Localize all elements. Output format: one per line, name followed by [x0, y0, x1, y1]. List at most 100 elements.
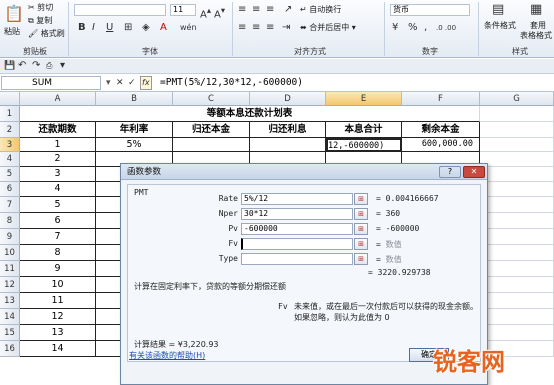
range-select-icon[interactable]: ⊞ — [354, 223, 368, 235]
align-center-icon[interactable]: ≡ — [252, 22, 260, 34]
align-right-icon[interactable]: ≡ — [266, 22, 274, 34]
column-header[interactable]: D — [250, 92, 326, 106]
paste-button[interactable]: 粘贴 — [4, 26, 20, 37]
table-header[interactable]: 归还本金 — [173, 122, 250, 138]
period-cell[interactable]: 2 — [20, 152, 96, 167]
range-select-icon[interactable]: ⊞ — [354, 253, 368, 265]
wrap-text-button[interactable]: ↵ 自动换行 — [300, 4, 341, 15]
row-header[interactable]: 14 — [0, 309, 20, 325]
cell[interactable] — [480, 229, 554, 245]
font-name-select[interactable] — [74, 4, 166, 16]
fill-color-icon[interactable]: ◈ — [142, 22, 150, 34]
paste-icon[interactable]: 📋 — [4, 4, 24, 23]
redo-icon[interactable]: ↷ — [32, 60, 40, 72]
underline-button[interactable]: U — [106, 22, 113, 34]
bold-button[interactable]: B — [78, 22, 86, 34]
period-cell[interactable]: 6 — [20, 213, 96, 229]
table-header[interactable]: 年利率 — [96, 122, 173, 138]
merge-center-button[interactable]: ⬌ 合并后居中 ▾ — [300, 22, 356, 33]
insert-function-icon[interactable]: fx — [140, 76, 152, 90]
cell[interactable] — [480, 197, 554, 213]
period-cell[interactable]: 8 — [20, 245, 96, 261]
column-header-selected[interactable]: E — [326, 92, 402, 106]
table-format-button-2[interactable]: 表格格式 — [520, 30, 552, 41]
column-header[interactable]: B — [96, 92, 173, 106]
range-select-icon[interactable]: ⊞ — [354, 208, 368, 220]
column-header[interactable]: F — [402, 92, 480, 106]
name-box[interactable]: SUM — [1, 76, 101, 90]
cell[interactable] — [480, 106, 554, 122]
period-cell[interactable]: 1 — [20, 138, 96, 152]
period-cell[interactable]: 11 — [20, 293, 96, 309]
font-size-select[interactable]: 11 — [170, 4, 196, 16]
cell[interactable] — [480, 138, 554, 152]
table-header[interactable]: 本息合计 — [326, 122, 402, 138]
close-button[interactable]: ✕ — [463, 166, 485, 178]
indent-icon[interactable]: ⇥ — [282, 22, 290, 34]
table-header[interactable]: 还款期数 — [20, 122, 96, 138]
conditional-format-icon[interactable]: ▤ — [492, 3, 504, 16]
remaining-cell[interactable]: 600,000.00 — [402, 138, 480, 152]
comma-button[interactable]: , — [424, 22, 427, 34]
font-color-button[interactable]: A — [160, 22, 167, 34]
rate-cell[interactable]: 5% — [96, 138, 173, 152]
row-header[interactable]: 13 — [0, 293, 20, 309]
column-header[interactable]: C — [173, 92, 250, 106]
row-header[interactable]: 10 — [0, 245, 20, 261]
select-all-corner[interactable] — [0, 92, 20, 106]
period-cell[interactable]: 9 — [20, 261, 96, 277]
row-header[interactable]: 1 — [0, 106, 20, 122]
cancel-icon[interactable]: ✕ — [116, 77, 124, 89]
undo-icon[interactable]: ↶ — [18, 60, 26, 72]
cut-button[interactable]: ✂ 剪切 — [28, 2, 53, 13]
range-select-icon[interactable]: ⊞ — [354, 193, 368, 205]
cell[interactable] — [480, 293, 554, 309]
cell[interactable] — [480, 152, 554, 167]
period-cell[interactable]: 14 — [20, 341, 96, 357]
phonetic-button[interactable]: wén — [180, 22, 197, 34]
cell[interactable] — [480, 277, 554, 293]
sheet-title[interactable]: 等额本息还款计划表 — [20, 106, 480, 122]
row-header[interactable]: 16 — [0, 341, 20, 357]
period-cell[interactable]: 12 — [20, 309, 96, 325]
cell[interactable] — [480, 245, 554, 261]
arg-input[interactable] — [241, 238, 353, 250]
number-format-select[interactable]: 货币 — [390, 4, 470, 16]
period-cell[interactable]: 3 — [20, 167, 96, 182]
arg-input[interactable] — [241, 253, 353, 265]
row-header[interactable]: 3 — [0, 138, 20, 152]
column-header[interactable]: A — [20, 92, 96, 106]
align-top-icon[interactable]: ≡ — [238, 4, 246, 16]
help-link[interactable]: 有关该函数的帮助(H) — [129, 350, 205, 361]
cell[interactable] — [480, 213, 554, 229]
table-format-icon[interactable]: ▦ — [530, 3, 542, 16]
row-header[interactable]: 4 — [0, 152, 20, 167]
cell[interactable] — [480, 261, 554, 277]
orientation-icon[interactable]: ↗ — [284, 4, 292, 16]
border-icon[interactable]: ⊞ — [124, 22, 132, 34]
align-left-icon[interactable]: ≡ — [238, 22, 246, 34]
arg-input[interactable]: -600000 — [241, 223, 353, 235]
help-button[interactable]: ? — [439, 166, 461, 178]
period-cell[interactable]: 5 — [20, 197, 96, 213]
align-middle-icon[interactable]: ≡ — [252, 4, 260, 16]
shrink-font-icon[interactable]: A▾ — [214, 4, 225, 21]
column-header[interactable]: G — [480, 92, 554, 106]
currency-icon[interactable]: ¥ — [392, 22, 398, 34]
print-icon[interactable]: ⎙ — [46, 60, 52, 72]
table-header[interactable]: 剩余本金 — [402, 122, 480, 138]
confirm-icon[interactable]: ✓ — [128, 77, 136, 89]
row-header[interactable]: 15 — [0, 325, 20, 341]
row-header[interactable]: 11 — [0, 261, 20, 277]
cell[interactable] — [480, 182, 554, 197]
cell[interactable] — [480, 309, 554, 325]
italic-button[interactable]: I — [92, 22, 95, 34]
row-header[interactable]: 7 — [0, 197, 20, 213]
total-cell-editing[interactable]: 12,-600000) — [326, 138, 402, 152]
customize-icon[interactable]: ▾ — [60, 60, 65, 72]
percent-button[interactable]: % — [408, 22, 418, 34]
range-select-icon[interactable]: ⊞ — [354, 238, 368, 250]
name-box-dropdown-icon[interactable]: ▾ — [106, 77, 111, 89]
row-header[interactable]: 5 — [0, 167, 20, 182]
decimal-buttons[interactable]: .0 .00 — [436, 22, 456, 34]
